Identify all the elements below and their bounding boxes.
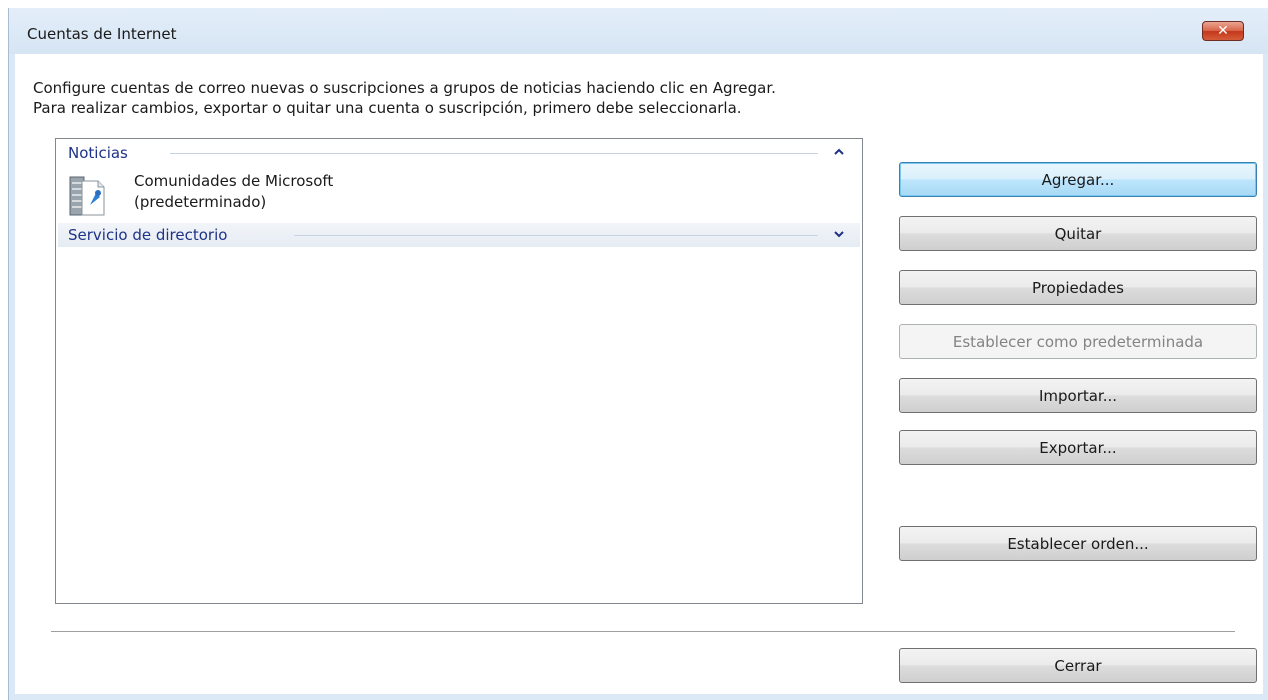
group-label-directory-service: Servicio de directorio [68, 226, 228, 244]
import-button[interactable]: Importar... [899, 378, 1257, 413]
account-name-text: Comunidades de Microsoft [134, 172, 334, 190]
instructions-line-1: Configure cuentas de correo nuevas o sus… [33, 79, 776, 97]
group-header-directory-service[interactable]: Servicio de directorio [58, 223, 860, 247]
separator [51, 631, 1235, 633]
remove-button[interactable]: Quitar [899, 216, 1257, 251]
instructions-line-2: Para realizar cambios, exportar o quitar… [33, 99, 742, 117]
add-button[interactable]: Agregar... [899, 162, 1257, 197]
group-divider-line [294, 235, 818, 236]
group-header-noticias[interactable]: Noticias [58, 141, 860, 165]
news-server-icon [69, 176, 105, 216]
set-order-button[interactable]: Establecer orden... [899, 526, 1257, 561]
close-button[interactable]: Cerrar [899, 648, 1257, 683]
close-window-button[interactable]: ✕ [1202, 21, 1244, 41]
export-button[interactable]: Exportar... [899, 430, 1257, 465]
set-default-button[interactable]: Establecer como predeterminada [899, 324, 1257, 359]
title-bar[interactable]: Cuentas de Internet ✕ [9, 8, 1268, 54]
instructions-text: Configure cuentas de correo nuevas o sus… [33, 78, 776, 118]
chevron-down-icon[interactable] [831, 227, 847, 243]
dialog-body: Configure cuentas de correo nuevas o sus… [15, 54, 1263, 694]
chevron-up-icon[interactable] [831, 145, 847, 161]
account-default-note: (predeterminado) [134, 193, 267, 211]
list-item[interactable]: Comunidades de Microsoft (predeterminado… [58, 167, 860, 221]
properties-button[interactable]: Propiedades [899, 270, 1257, 305]
account-name: Comunidades de Microsoft (predeterminado… [134, 171, 333, 213]
group-divider-line [170, 153, 818, 154]
window-title: Cuentas de Internet [27, 25, 177, 43]
group-label-noticias: Noticias [68, 144, 128, 162]
close-icon: ✕ [1217, 23, 1229, 39]
internet-accounts-window: Cuentas de Internet ✕ Configure cuentas … [8, 8, 1268, 700]
accounts-list[interactable]: Noticias Comunidades de Microsoft (prede… [55, 138, 863, 604]
